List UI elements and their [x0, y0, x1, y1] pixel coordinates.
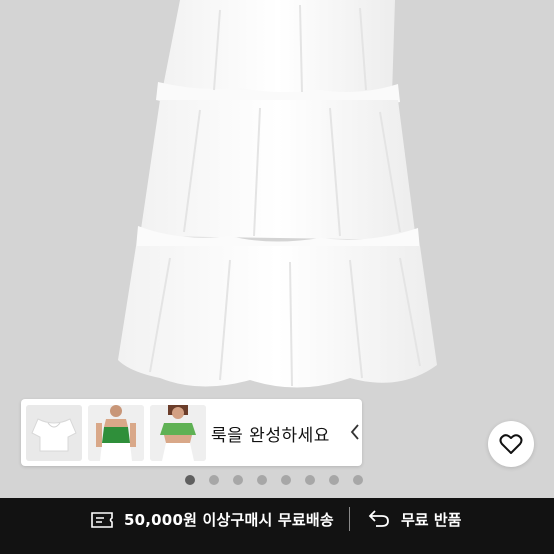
complete-the-look-panel[interactable]: 룩을 완성하세요: [21, 399, 362, 466]
shipping-coupon-icon: [91, 512, 113, 528]
chevron-left-icon[interactable]: [349, 423, 361, 441]
promo-bar: 50,000원 이상구매시 무료배송 무료 반품: [0, 498, 554, 554]
look-item-white-top[interactable]: [26, 405, 82, 461]
return-arrow-icon: [368, 510, 389, 527]
carousel-dot[interactable]: [305, 475, 315, 485]
carousel-indicator: [0, 475, 554, 487]
free-return-text: 무료 반품: [401, 511, 462, 529]
wishlist-button[interactable]: [488, 421, 534, 467]
look-item-green-crop-top[interactable]: [150, 405, 206, 461]
complete-the-look-label: 룩을 완성하세요: [211, 426, 330, 446]
carousel-dot[interactable]: [281, 475, 291, 485]
free-shipping-text: 50,000원 이상구매시 무료배송: [124, 511, 334, 529]
carousel-dot[interactable]: [257, 475, 267, 485]
carousel-dot[interactable]: [329, 475, 339, 485]
look-item-green-halter-top[interactable]: [88, 405, 144, 461]
carousel-dot[interactable]: [233, 475, 243, 485]
carousel-dot[interactable]: [185, 475, 195, 485]
carousel-dot[interactable]: [209, 475, 219, 485]
footer-divider: [349, 507, 350, 531]
carousel-dot[interactable]: [353, 475, 363, 485]
heart-outline-icon: [499, 434, 523, 454]
